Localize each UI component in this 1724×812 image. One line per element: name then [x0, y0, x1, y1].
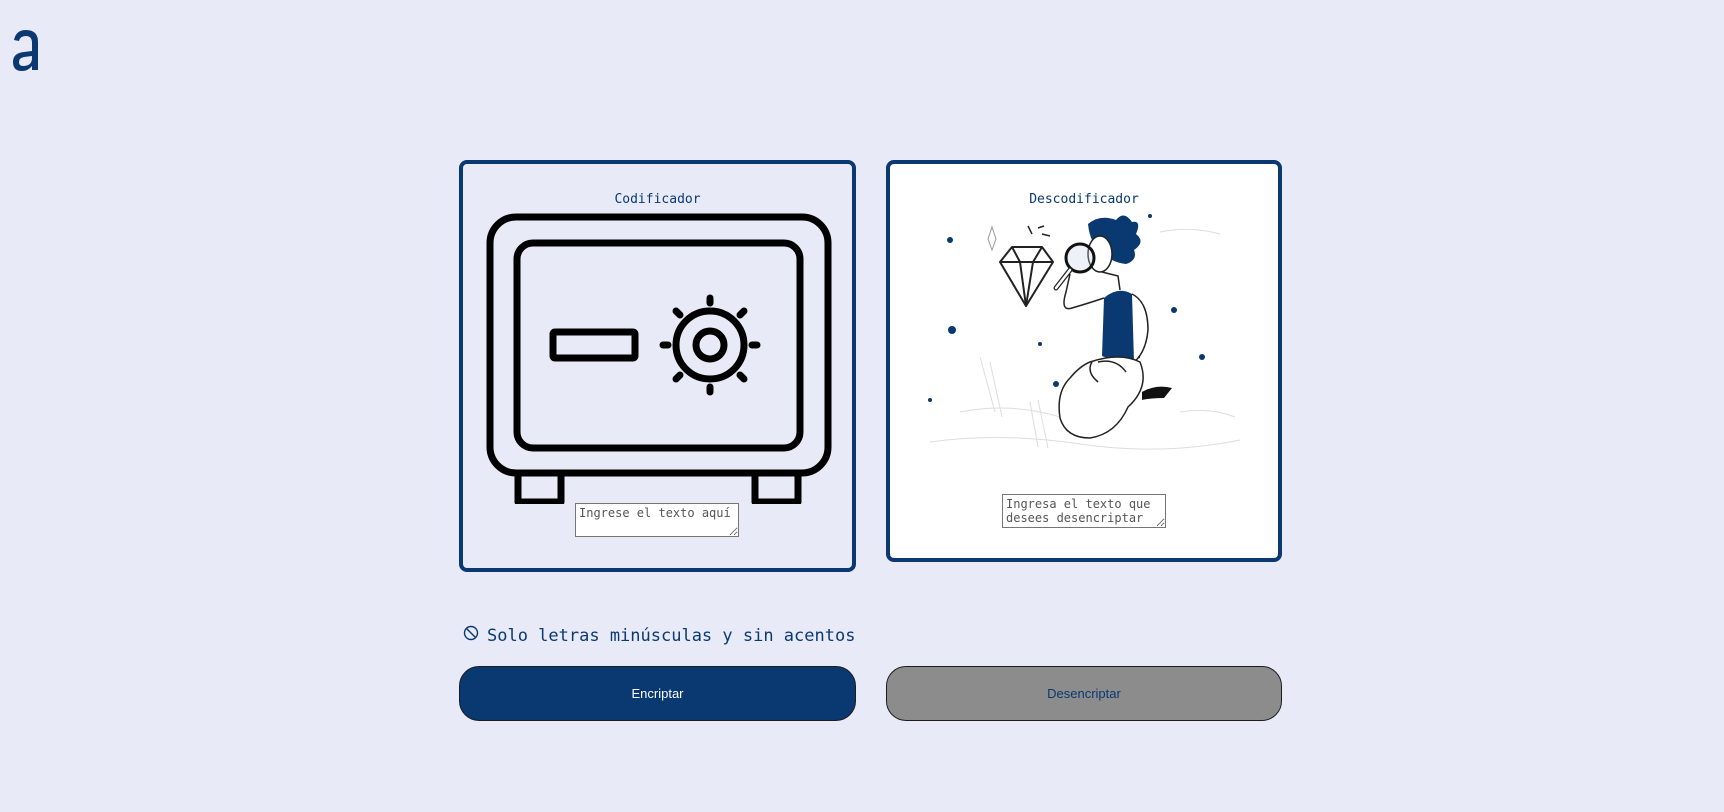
encrypt-input[interactable]: [575, 503, 739, 537]
encoder-card: Codificador: [459, 160, 856, 572]
encrypt-button[interactable]: Encriptar: [459, 666, 856, 721]
decoder-card: Descodificador: [886, 160, 1282, 562]
alura-logo-icon[interactable]: [10, 26, 42, 74]
safe-icon: [485, 212, 835, 506]
encoder-title: Codificador: [614, 192, 701, 207]
prohibited-icon: [463, 625, 479, 646]
decoder-title: Descodificador: [1029, 192, 1139, 207]
note-text: Solo letras minúsculas y sin acentos: [487, 625, 856, 646]
person-magnifier-diamond-illustration: [920, 212, 1250, 458]
decrypt-button[interactable]: Desencriptar: [886, 666, 1282, 721]
decrypt-input[interactable]: [1002, 494, 1166, 528]
input-rules-note: Solo letras minúsculas y sin acentos: [463, 625, 855, 646]
